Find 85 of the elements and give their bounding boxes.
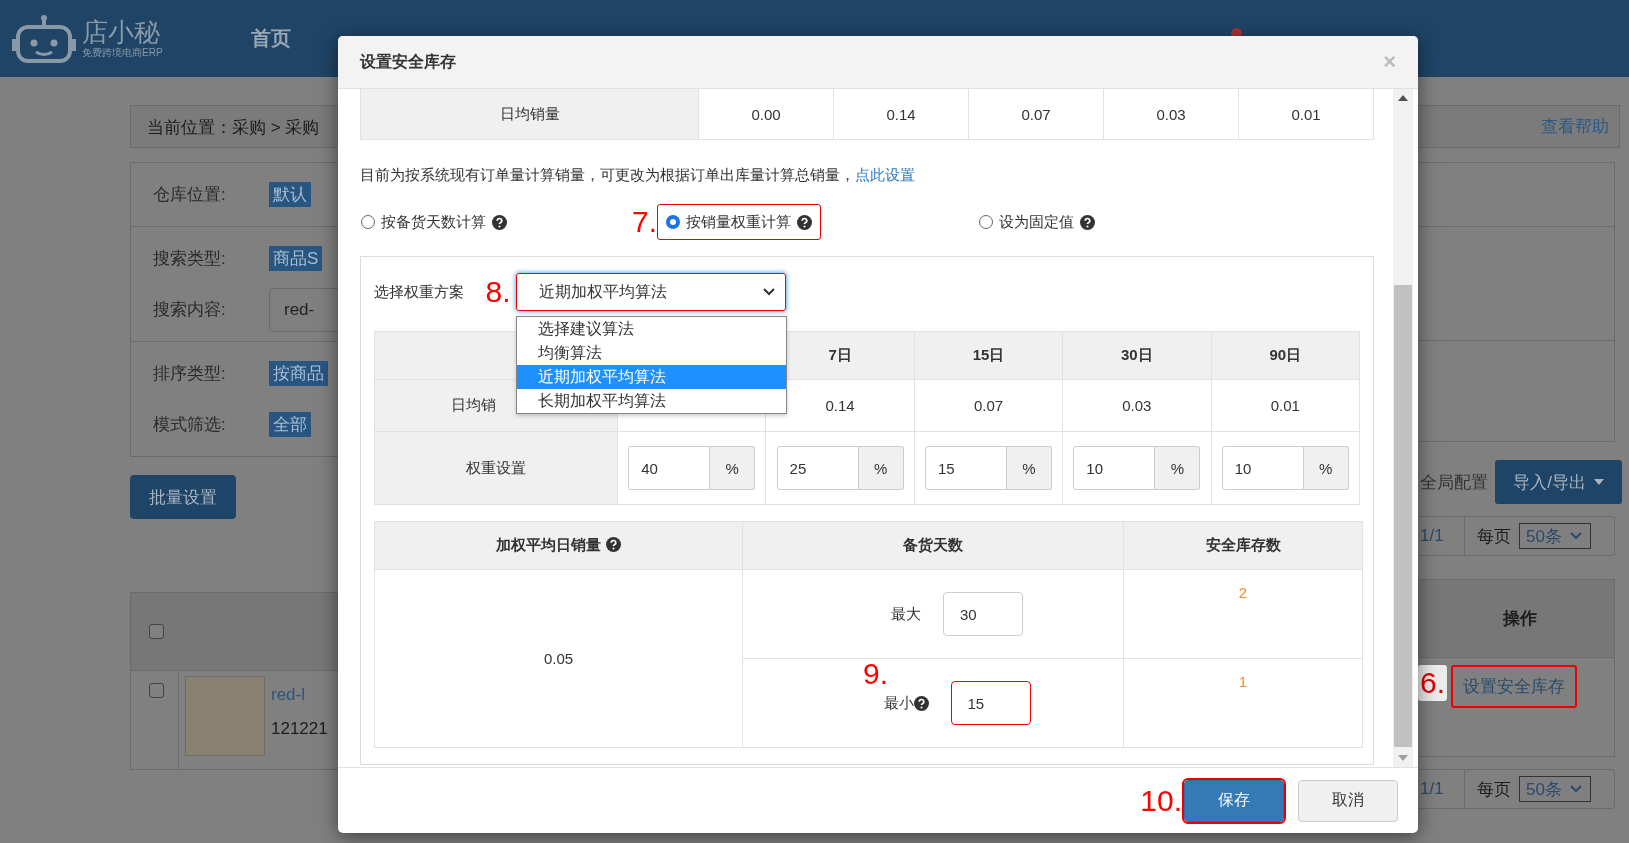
column-header: 30日 (1062, 331, 1212, 380)
chevron-down-icon (763, 288, 775, 296)
dialog-title: 设置安全库存 (360, 51, 456, 72)
batch-set-button[interactable]: 批量设置 (130, 475, 236, 519)
days-input[interactable]: 30 (943, 592, 1023, 636)
checkbox[interactable] (149, 683, 164, 698)
filter-label: 模式筛选: (153, 414, 227, 436)
column-header: 安全库存数 (1123, 521, 1363, 570)
settings-link[interactable]: 点此设置 (855, 166, 915, 183)
row-label: 最大 (891, 604, 921, 624)
per-page-label: 每页 (1477, 778, 1511, 801)
column-header: 加权平均日销量 (374, 521, 743, 570)
days-input[interactable]: 15 (950, 681, 1031, 725)
chevron-down-icon (1569, 785, 1582, 793)
method-radio[interactable]: 设为固定值 (970, 204, 1104, 240)
step-number: 6. (1418, 665, 1448, 701)
percent-addon: % (710, 446, 756, 490)
breadcrumb: 当前位置：采购 > 采购 (130, 105, 338, 148)
step-number: 7. (632, 205, 658, 239)
checkbox[interactable] (149, 624, 164, 639)
help-icon (492, 214, 507, 230)
per-page-label: 每页 (1477, 525, 1511, 548)
logo-text: 店小秘 (82, 17, 161, 46)
table-cell: 0.03 (1103, 89, 1239, 140)
logo-tagline: 免费跨境电商ERP (82, 45, 163, 60)
percent-addon: % (1303, 446, 1349, 490)
column-header: 15日 (914, 331, 1063, 380)
help-icon (797, 214, 813, 230)
row-header: 权重设置 (374, 431, 618, 505)
step-number: 10. (1140, 783, 1182, 818)
column-header: 备货天数 (742, 521, 1124, 570)
weight-input[interactable]: 15 (924, 446, 1007, 490)
filter-value[interactable]: 商品S (269, 246, 323, 271)
safety-stock-value: 2 (1123, 569, 1363, 659)
table-cell: 0.01 (1238, 89, 1374, 140)
caret-icon (1593, 479, 1604, 485)
product-sku: 121221 (271, 719, 328, 739)
help-icon (913, 695, 929, 711)
safety-stock-value: 1 (1123, 658, 1363, 748)
import-export-button[interactable]: 导入/导出 (1495, 460, 1622, 504)
method-radio[interactable]: 按销量权重计算 (657, 204, 822, 240)
filter-value[interactable]: 按商品 (269, 361, 328, 386)
scrollbar[interactable] (1393, 89, 1413, 767)
help-icon (1080, 214, 1095, 230)
percent-addon: % (1006, 446, 1052, 490)
table-cell: 0.07 (968, 89, 1104, 140)
column-header: 操作 (1418, 580, 1614, 658)
table-cell: 0.05 (374, 569, 743, 748)
global-config-link[interactable]: 全局配置 (1418, 470, 1488, 494)
percent-addon: % (1155, 446, 1201, 490)
chevron-down-icon (1569, 532, 1582, 540)
table-cell: 0.14 (765, 379, 915, 432)
dropdown-option[interactable]: 近期加权平均算法 (517, 365, 786, 389)
save-button[interactable]: 保存 (1184, 779, 1284, 822)
step-number: 8. (484, 275, 512, 309)
weight-input[interactable]: 10 (1221, 446, 1304, 490)
scheme-select[interactable]: 近期加权平均算法 (516, 273, 786, 311)
table-cell: 0.00 (698, 89, 834, 140)
arrow-up-icon[interactable] (1398, 95, 1408, 101)
help-icon (605, 537, 621, 552)
weight-input[interactable]: 10 (1073, 446, 1156, 490)
cancel-button[interactable]: 取消 (1298, 779, 1398, 822)
percent-addon: % (858, 446, 904, 490)
column-header: 90日 (1211, 331, 1360, 380)
filter-label: 搜索内容: (153, 299, 227, 321)
arrow-down-icon[interactable] (1398, 755, 1408, 761)
filter-value[interactable]: 默认 (269, 182, 311, 207)
note-text: 目前为按系统现有订单量计算销量，可更改为根据订单出库量计算总销量，点此设置 (360, 165, 916, 185)
table-cell: 0.14 (833, 89, 969, 140)
filter-label: 排序类型: (153, 363, 227, 385)
table-cell: 0.03 (1062, 379, 1212, 432)
filter-value[interactable]: 全部 (269, 412, 311, 437)
robot-logo-icon (12, 12, 76, 65)
method-radio[interactable]: 按备货天数计算 (352, 204, 516, 240)
filter-label: 搜索类型: (153, 248, 227, 270)
step-number: 9. (863, 657, 889, 691)
weight-input[interactable]: 40 (628, 446, 711, 490)
scheme-label: 选择权重方案 (374, 282, 464, 302)
filter-label: 仓库位置: (153, 184, 227, 206)
weight-input[interactable]: 25 (776, 446, 859, 490)
table-cell: 0.01 (1211, 379, 1360, 432)
row-label: 最小 (883, 693, 914, 713)
table-cell: 0.07 (914, 379, 1063, 432)
table-cell: 日均销量 (360, 89, 699, 140)
nav-item[interactable]: 首页 (250, 25, 291, 52)
